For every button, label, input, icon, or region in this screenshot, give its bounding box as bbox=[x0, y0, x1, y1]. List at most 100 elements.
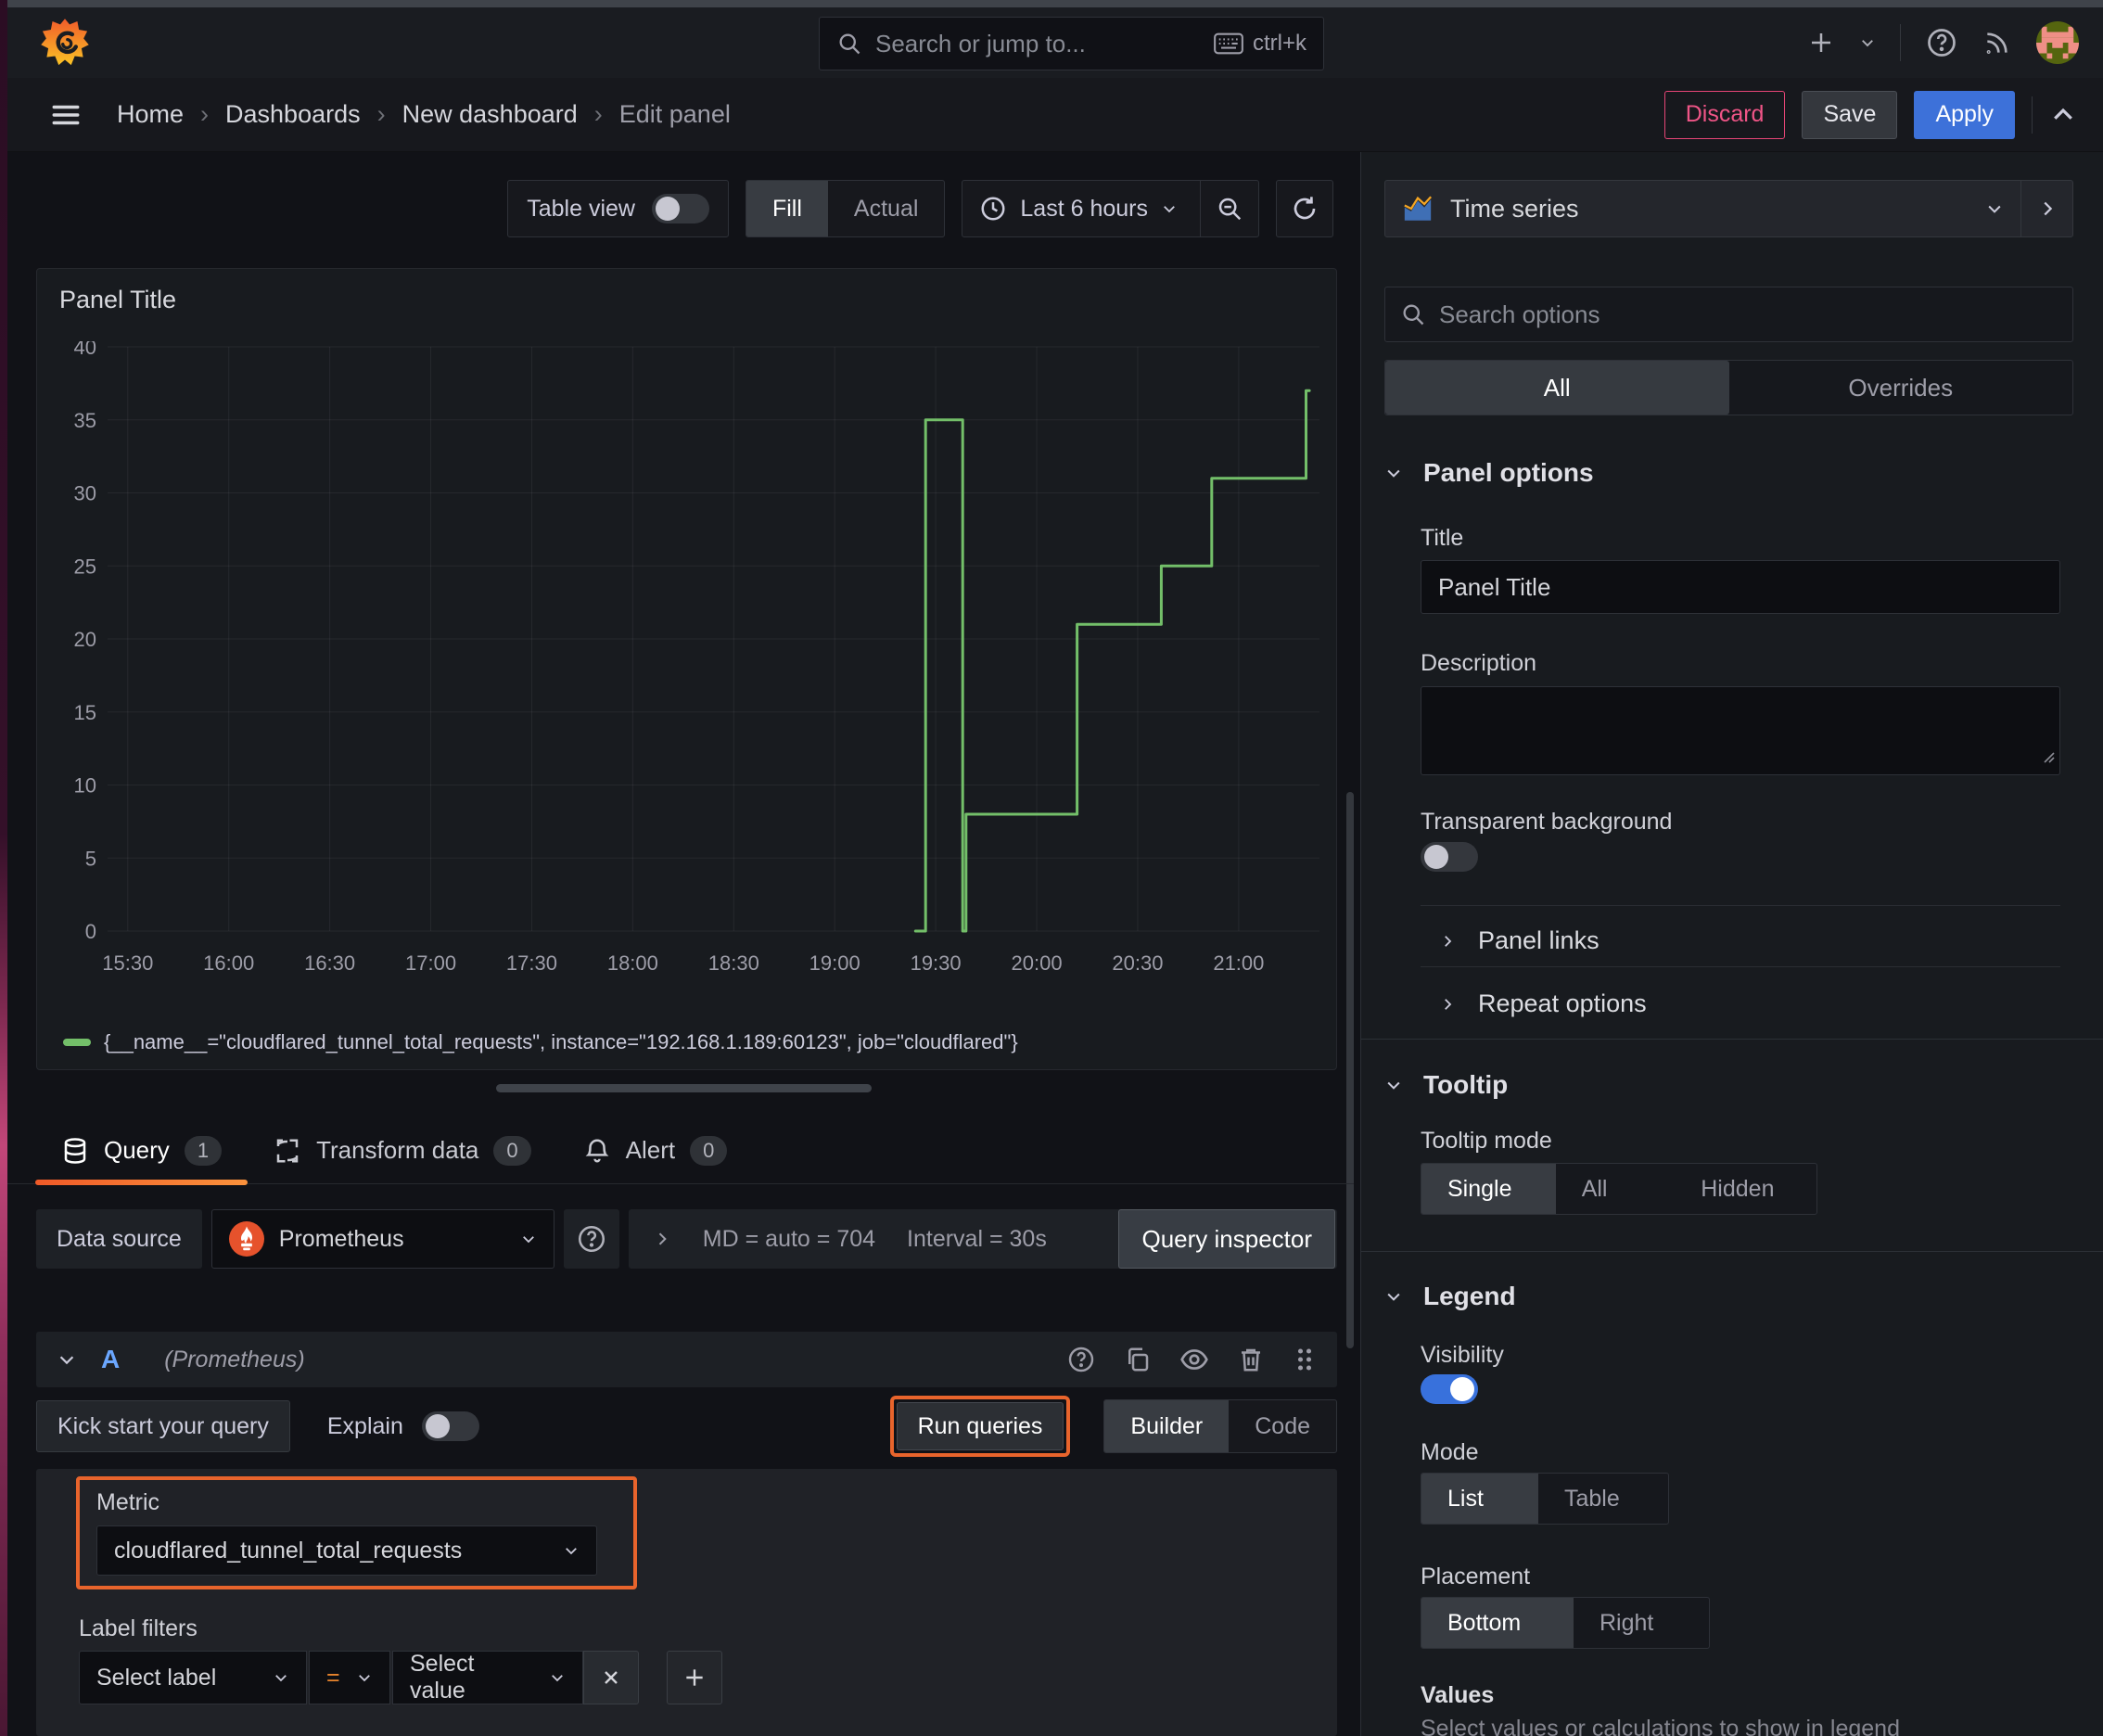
breadcrumb: Home › Dashboards › New dashboard › Edit… bbox=[117, 100, 731, 129]
news-rss-icon[interactable] bbox=[1982, 28, 2012, 57]
tooltip-section-title: Tooltip bbox=[1423, 1070, 1509, 1099]
global-search[interactable]: ctrl+k bbox=[819, 17, 1324, 70]
label-filters-row: Select label = Select value bbox=[79, 1651, 722, 1704]
search-icon bbox=[1400, 301, 1426, 327]
refresh-button[interactable] bbox=[1276, 180, 1333, 237]
discard-button[interactable]: Discard bbox=[1663, 90, 1786, 139]
explain-toggle[interactable] bbox=[421, 1411, 479, 1441]
datasource-picker[interactable]: Prometheus bbox=[210, 1209, 554, 1269]
save-button[interactable]: Save bbox=[1802, 90, 1898, 139]
time-range-picker[interactable]: Last 6 hours bbox=[962, 180, 1259, 237]
tooltip-mode-switch: Single All Hidden bbox=[1421, 1163, 1817, 1215]
menu-icon[interactable] bbox=[50, 99, 82, 131]
query-builder-body: Metric cloudflared_tunnel_total_requests… bbox=[36, 1469, 1337, 1736]
trash-icon[interactable] bbox=[1237, 1346, 1265, 1373]
placement-right-option[interactable]: Right bbox=[1574, 1598, 1709, 1648]
remove-filter-button[interactable] bbox=[583, 1651, 639, 1704]
description-textarea[interactable] bbox=[1421, 686, 2060, 775]
tab-query[interactable]: Query 1 bbox=[35, 1117, 249, 1185]
options-search[interactable] bbox=[1384, 287, 2073, 342]
help-icon[interactable] bbox=[1925, 26, 1958, 59]
chevron-down-icon bbox=[1384, 464, 1403, 482]
metric-select[interactable]: cloudflared_tunnel_total_requests bbox=[96, 1525, 597, 1576]
vertical-scrollbar-thumb[interactable] bbox=[1346, 792, 1354, 1348]
svg-text:10: 10 bbox=[74, 774, 96, 798]
legend-section-header[interactable]: Legend bbox=[1384, 1282, 1516, 1311]
query-options-bar[interactable]: MD = auto = 704 Interval = 30s Query ins… bbox=[628, 1209, 1337, 1269]
prometheus-icon bbox=[228, 1221, 264, 1257]
hide-response-eye-icon[interactable] bbox=[1179, 1345, 1209, 1374]
select-value-dropdown[interactable]: Select value bbox=[392, 1651, 583, 1704]
svg-text:20:00: 20:00 bbox=[1012, 951, 1063, 975]
query-inspector-button[interactable]: Query inspector bbox=[1118, 1209, 1335, 1269]
tooltip-single-option[interactable]: Single bbox=[1421, 1164, 1556, 1214]
add-filter-button[interactable] bbox=[667, 1651, 722, 1704]
visualization-select[interactable]: Time series bbox=[1385, 193, 2020, 224]
breadcrumb-dashboards[interactable]: Dashboards bbox=[225, 100, 361, 129]
duplicate-icon[interactable] bbox=[1124, 1346, 1152, 1373]
legend-table-option[interactable]: Table bbox=[1538, 1474, 1668, 1524]
legend-list-option[interactable]: List bbox=[1421, 1474, 1538, 1524]
search-input[interactable] bbox=[875, 29, 1201, 58]
horizontal-scrollbar-thumb[interactable] bbox=[496, 1084, 872, 1092]
timeseries-icon bbox=[1402, 193, 1434, 224]
kick-start-button[interactable]: Kick start your query bbox=[36, 1400, 290, 1452]
panel-title-input[interactable] bbox=[1421, 560, 2060, 614]
operator-dropdown[interactable]: = bbox=[309, 1651, 390, 1704]
grafana-logo[interactable] bbox=[39, 17, 91, 69]
chevron-up-icon[interactable] bbox=[2049, 101, 2077, 129]
collapse-options-button[interactable] bbox=[2020, 181, 2072, 236]
transparent-bg-toggle[interactable] bbox=[1421, 842, 1478, 872]
tab-transform-data[interactable]: Transform data 0 bbox=[248, 1117, 557, 1183]
visualization-picker: Time series bbox=[1384, 180, 2073, 237]
legend-mode-switch: List Table bbox=[1421, 1473, 1669, 1525]
options-scope-tabs: All Overrides bbox=[1384, 360, 2073, 415]
chart-legend[interactable]: {__name__="cloudflared_tunnel_total_requ… bbox=[63, 1030, 1018, 1054]
chevron-down-icon[interactable] bbox=[57, 1349, 77, 1370]
max-data-points: MD = auto = 704 bbox=[702, 1225, 876, 1252]
actual-option[interactable]: Actual bbox=[828, 181, 944, 236]
zoom-out-button[interactable] bbox=[1200, 181, 1258, 236]
breadcrumb-home[interactable]: Home bbox=[117, 100, 184, 129]
user-avatar[interactable] bbox=[2036, 21, 2079, 64]
legend-swatch bbox=[63, 1039, 91, 1046]
repeat-options-section[interactable]: Repeat options bbox=[1439, 989, 1647, 1018]
query-a-header[interactable]: A (Prometheus) bbox=[36, 1332, 1337, 1387]
drag-handle-icon[interactable] bbox=[1293, 1346, 1317, 1373]
add-button[interactable] bbox=[1807, 29, 1835, 57]
run-queries-button[interactable]: Run queries bbox=[896, 1402, 1064, 1450]
tooltip-all-option[interactable]: All bbox=[1556, 1164, 1676, 1214]
code-option[interactable]: Code bbox=[1229, 1400, 1336, 1452]
legend-mode-label: Mode bbox=[1421, 1439, 1479, 1465]
help-icon[interactable] bbox=[1066, 1345, 1096, 1374]
chevron-down-icon bbox=[1985, 199, 2004, 218]
tab-alert[interactable]: Alert 0 bbox=[557, 1117, 754, 1183]
breadcrumb-bar: Home › Dashboards › New dashboard › Edit… bbox=[7, 78, 2103, 152]
chevron-down-icon[interactable] bbox=[1859, 34, 1876, 51]
panel-options-header[interactable]: Panel options bbox=[1384, 458, 1594, 488]
fill-option[interactable]: Fill bbox=[746, 181, 828, 236]
breadcrumb-new-dashboard[interactable]: New dashboard bbox=[402, 100, 578, 129]
panel-links-section[interactable]: Panel links bbox=[1439, 926, 1600, 955]
legend-section-title: Legend bbox=[1423, 1282, 1516, 1310]
apply-button[interactable]: Apply bbox=[1914, 90, 2015, 139]
tooltip-section-header[interactable]: Tooltip bbox=[1384, 1070, 1508, 1100]
resize-handle-icon[interactable] bbox=[2041, 745, 2056, 771]
builder-option[interactable]: Builder bbox=[1104, 1400, 1230, 1452]
panel-title[interactable]: Panel Title bbox=[59, 286, 176, 314]
legend-series-name[interactable]: {__name__="cloudflared_tunnel_total_requ… bbox=[104, 1030, 1018, 1054]
chart-svg[interactable]: 0 5 10 15 20 25 30 35 40 15:30 16:00 16:30 17:00 17:3… bbox=[46, 341, 1329, 990]
datasource-help-button[interactable] bbox=[563, 1209, 619, 1269]
table-view-toggle[interactable] bbox=[651, 194, 709, 223]
panel-options-title: Panel options bbox=[1423, 458, 1594, 487]
tab-overrides[interactable]: Overrides bbox=[1729, 361, 2073, 415]
title-field-label: Title bbox=[1421, 525, 1464, 551]
select-label-dropdown[interactable]: Select label bbox=[79, 1651, 307, 1704]
tooltip-hidden-option[interactable]: Hidden bbox=[1675, 1164, 1816, 1214]
placement-bottom-option[interactable]: Bottom bbox=[1421, 1598, 1574, 1648]
top-nav-bar: ctrl+k bbox=[7, 7, 2103, 78]
tab-all[interactable]: All bbox=[1385, 361, 1729, 415]
datasource-row: Data source Prometheus MD = auto = 704 I… bbox=[36, 1209, 1337, 1269]
options-search-input[interactable] bbox=[1439, 300, 2058, 329]
legend-visibility-toggle[interactable] bbox=[1421, 1374, 1478, 1404]
